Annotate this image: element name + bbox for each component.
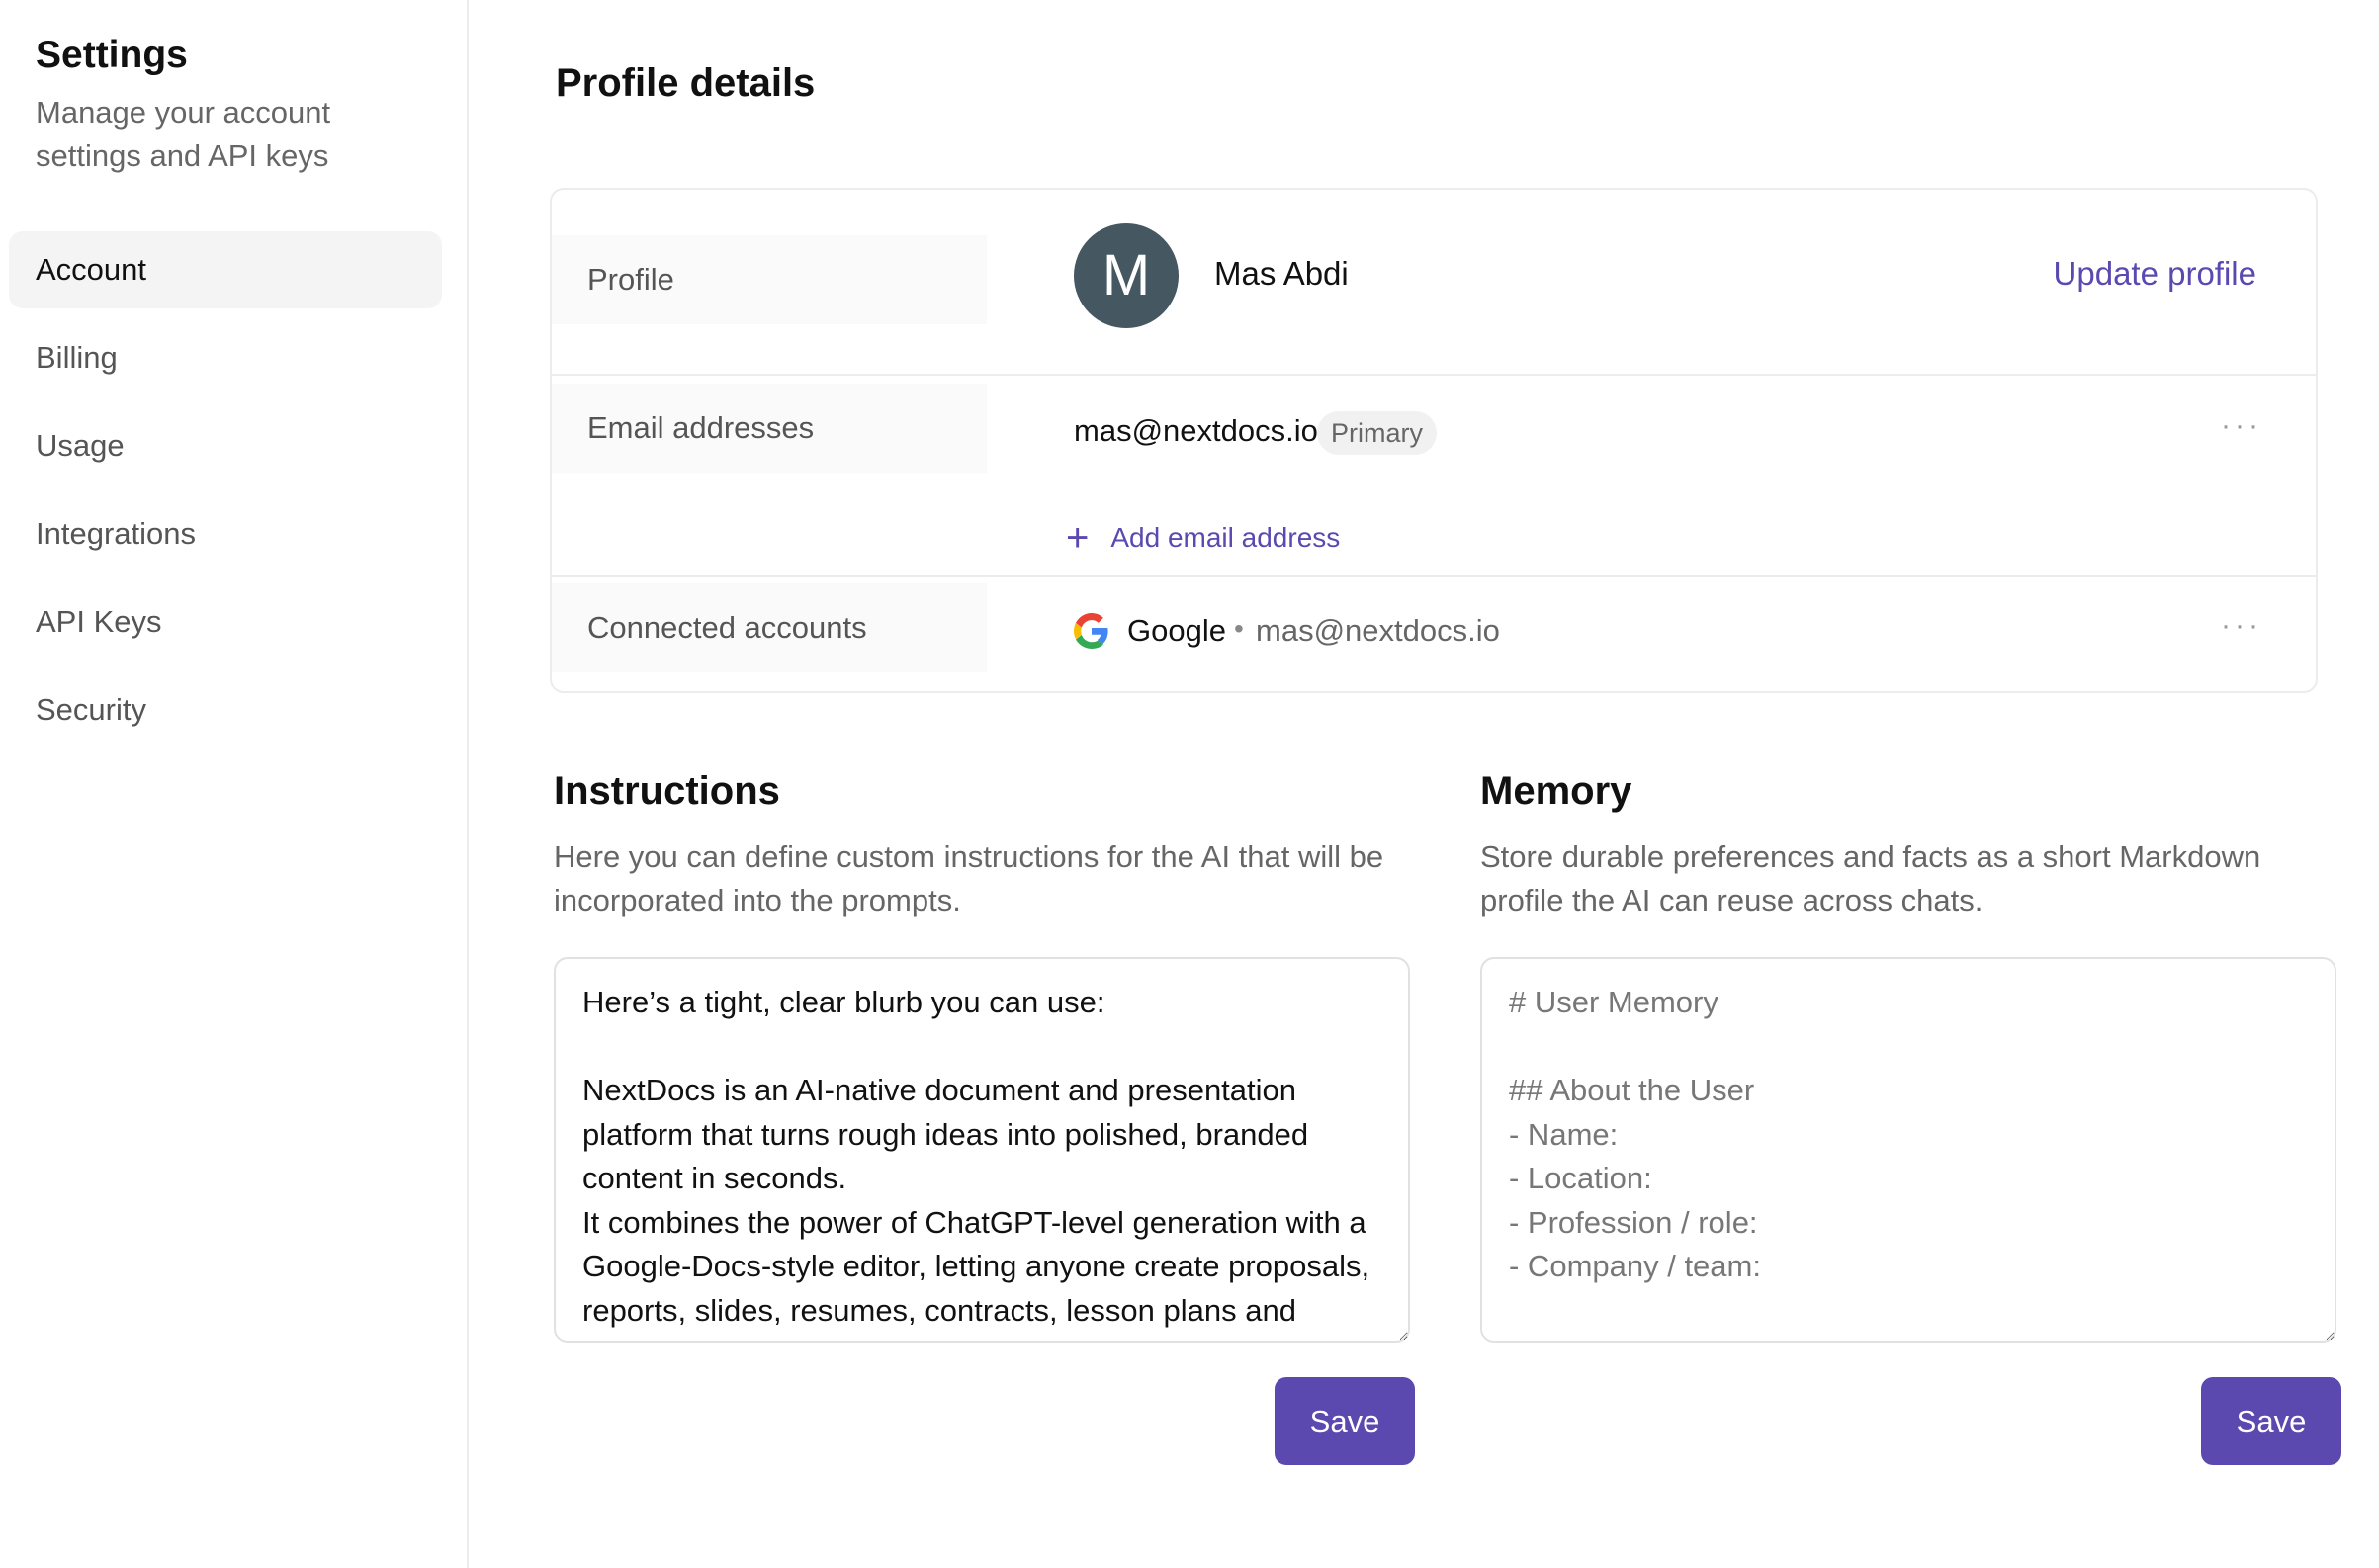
add-email-label: Add email address xyxy=(1110,522,1341,553)
sidebar-item-api-keys[interactable]: API Keys xyxy=(9,583,442,660)
email-more-options-icon[interactable]: ··· xyxy=(2221,409,2262,443)
page-title: Profile details xyxy=(556,61,816,105)
profile-details-card: Profile M Mas Abdi Update profile Email … xyxy=(550,188,2318,693)
sidebar-item-usage[interactable]: Usage xyxy=(9,407,442,484)
sidebar-subtitle: Manage your account settings and API key… xyxy=(36,95,331,173)
connected-provider-name: Google xyxy=(1127,613,1226,648)
primary-badge: Primary xyxy=(1317,411,1437,455)
add-email-button[interactable]: + Add email address xyxy=(1066,518,1340,558)
sidebar-item-integrations[interactable]: Integrations xyxy=(9,495,442,572)
settings-sidebar: Settings Manage your account settings an… xyxy=(0,0,469,1568)
instructions-save-button[interactable]: Save xyxy=(1275,1377,1415,1465)
instructions-textarea[interactable]: Here’s a tight, clear blurb you can use:… xyxy=(554,957,1410,1343)
profile-name: Mas Abdi xyxy=(1214,255,1349,292)
instructions-title: Instructions xyxy=(554,769,780,813)
memory-textarea[interactable]: # User Memory ## About the User - Name: … xyxy=(1480,957,2336,1343)
memory-save-button[interactable]: Save xyxy=(2201,1377,2341,1465)
google-icon xyxy=(1074,613,1108,649)
profile-row-label: Profile xyxy=(552,235,987,324)
sidebar-item-security[interactable]: Security xyxy=(9,671,442,748)
update-profile-link[interactable]: Update profile xyxy=(2054,255,2256,293)
plus-icon: + xyxy=(1066,516,1090,560)
sidebar-title: Settings xyxy=(36,34,188,76)
memory-title: Memory xyxy=(1480,769,1632,813)
divider xyxy=(552,575,2316,577)
connected-more-options-icon[interactable]: ··· xyxy=(2221,609,2262,643)
primary-email: mas@nextdocs.io xyxy=(1074,413,1318,448)
sidebar-item-account[interactable]: Account xyxy=(9,231,442,308)
connected-accounts-row-label: Connected accounts xyxy=(552,583,987,672)
connected-account-email: mas@nextdocs.io xyxy=(1256,613,1500,648)
avatar: M xyxy=(1074,223,1179,328)
separator-dot: • xyxy=(1234,613,1244,644)
email-row-label: Email addresses xyxy=(552,384,987,473)
sidebar-item-billing[interactable]: Billing xyxy=(9,319,442,396)
memory-description: Store durable preferences and facts as a… xyxy=(1480,839,2261,917)
divider xyxy=(552,374,2316,376)
instructions-description: Here you can define custom instructions … xyxy=(554,839,1384,917)
